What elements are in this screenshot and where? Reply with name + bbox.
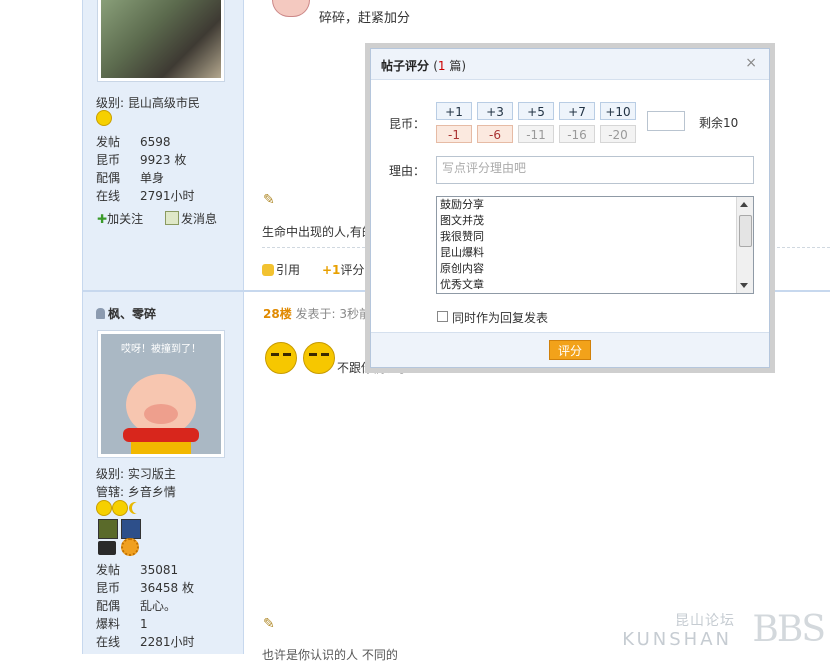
list-item[interactable]: 原创内容 [437,261,753,277]
follow-button[interactable]: ✚加关注 [97,210,143,227]
scroll-up-icon[interactable] [740,202,748,207]
rating-dialog: 帖子评分 (1 篇) × 昆币： +1 +3 +5 +7 +10 -1 -6 -… [365,43,775,373]
user-manage: 管辖: 乡音乡情 [96,485,176,499]
post-content: 生命中出现的人,有的 [262,225,374,239]
submit-rating-button[interactable]: 评分 [549,340,591,360]
stat-coins: 昆币 36458 枚 [96,581,194,595]
score-minus-1[interactable]: -1 [436,125,472,143]
score-minus-11[interactable]: -11 [518,125,554,143]
medal-icon [98,519,118,539]
stat-spouse: 配偶 单身 [96,171,165,185]
score-plus-1[interactable]: +1 [436,102,472,120]
score-minus-20[interactable]: -20 [600,125,636,143]
emoji-icon [303,342,335,374]
coin-label: 昆币： [389,117,426,131]
reason-list[interactable]: 鼓励分享 图文并茂 我很赞同 昆山爆料 原创内容 优秀文章 [436,196,754,294]
emoji-icon [265,342,297,374]
close-button[interactable]: × [745,55,757,71]
edit-icon[interactable]: ✎ [263,192,275,208]
stat-posts: 发帖 6598 [96,135,171,149]
watermark-en: KUNSHAN [622,629,732,650]
dialog-title: 帖子评分 (1 篇) [381,59,467,73]
camera-icon [98,541,116,555]
stat-reports: 爆料 1 [96,617,148,631]
stat-online: 在线 2281小时 [96,635,195,649]
stat-posts: 发帖 35081 [96,563,179,577]
avatar[interactable] [97,0,225,82]
quote-button[interactable]: 引用 [262,261,300,278]
remaining-text: 剩余10 [699,116,739,130]
stat-online: 在线 2791小时 [96,189,195,203]
reason-label: 理由： [389,164,426,178]
score-plus-7[interactable]: +7 [559,102,595,120]
post-meta: 28楼 发表于: 3秒前 [263,307,372,321]
username[interactable]: 枫、零碎 [96,305,156,322]
post-content: 也许是你认识的人 不同的 [262,648,398,662]
quoted-text: 碎碎，赶紧加分 [319,11,411,26]
user-icon [96,308,105,319]
also-reply-label: 同时作为回复发表 [452,311,549,325]
message-button[interactable]: 发消息 [165,210,217,227]
avatar[interactable]: 哎呀！被撞到了！ [97,330,225,458]
moon-icon [132,502,144,514]
list-item[interactable]: 图文并茂 [437,213,753,229]
watermark-cn: 昆山论坛 [675,613,735,629]
also-reply-checkbox[interactable] [437,311,448,322]
rate-button[interactable]: +1评分 [322,261,364,278]
scroll-down-icon[interactable] [740,283,748,288]
user-level: 级别: 昆山高级市民 [96,96,200,110]
avatar-text: 哎呀！被撞到了！ [121,344,201,355]
score-minus-6[interactable]: -6 [477,125,513,143]
sun-icon [121,538,139,556]
list-item[interactable]: 鼓励分享 [437,197,753,213]
reason-input[interactable]: 写点评分理由吧 [436,156,754,184]
rate-plus-icon: +1 [322,263,341,277]
scroll-thumb[interactable] [739,215,752,247]
watermark-bbs: BBS [752,609,826,650]
quote-icon [262,264,274,276]
list-item[interactable]: 优秀文章 [437,277,753,293]
dialog-header: 帖子评分 (1 篇) × [371,49,769,80]
smile-icon [96,110,112,126]
score-plus-3[interactable]: +3 [477,102,513,120]
dialog-footer: 评分 [371,332,769,367]
score-plus-5[interactable]: +5 [518,102,554,120]
stat-coins: 昆币 9923 枚 [96,153,187,167]
edit-icon[interactable]: ✎ [263,616,275,632]
envelope-icon [165,211,179,225]
list-item[interactable]: 昆山爆料 [437,245,753,261]
stat-spouse: 配偶 乱心。 [96,599,177,613]
smile-icon [96,500,144,516]
score-minus-16[interactable]: -16 [559,125,595,143]
user-level: 级别: 实习版主 [96,467,176,481]
scrollbar[interactable] [736,197,753,293]
reply-emoji [272,0,310,17]
plus-icon: ✚ [97,212,108,226]
list-item[interactable]: 我很赞同 [437,229,753,245]
medal-icon [121,519,141,539]
score-plus-10[interactable]: +10 [600,102,636,120]
score-input[interactable] [647,111,685,131]
